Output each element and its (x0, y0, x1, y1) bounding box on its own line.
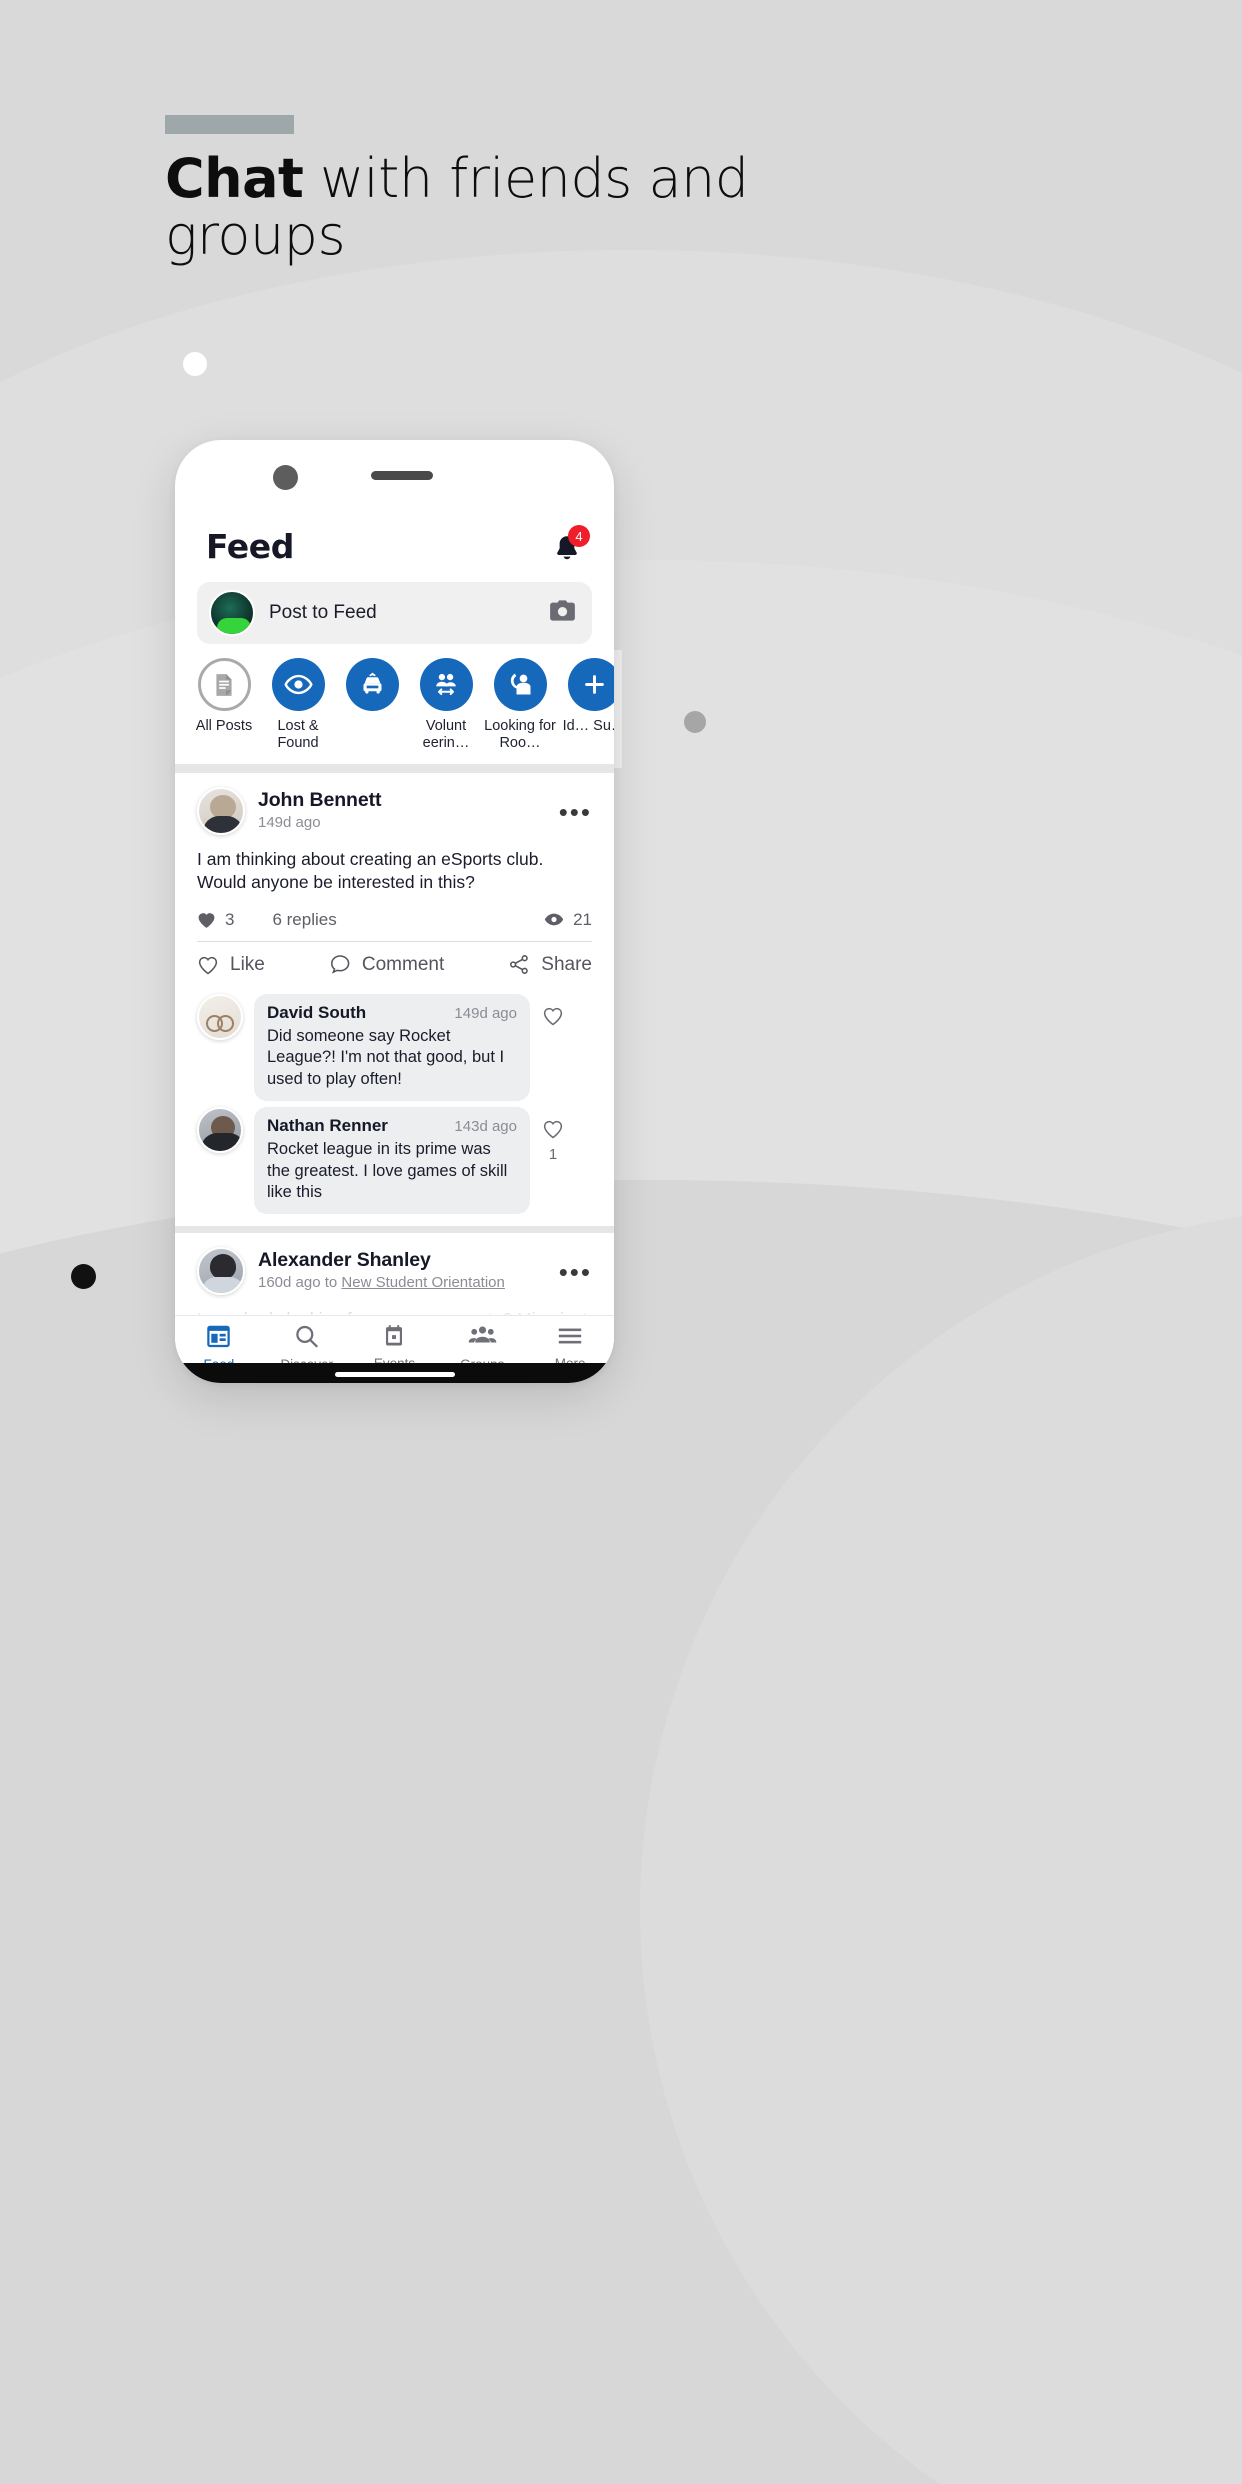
section-divider (175, 764, 614, 774)
category-lost-and-found[interactable]: Lost & Found (261, 658, 335, 752)
headline-strong: Chat (165, 147, 304, 210)
phone-screen: Feed 4 Post to Feed All Posts Lost & Fou… (175, 502, 614, 1383)
comment-author[interactable]: David South (267, 1003, 366, 1023)
page-title: Feed (206, 526, 294, 566)
plus-circle-icon (567, 658, 614, 711)
heart-filled-icon (198, 912, 215, 928)
category-ideas-suggestions[interactable]: Id… Su… (557, 658, 614, 752)
menu-icon (558, 1328, 582, 1344)
category-label: Looking for Roo… (484, 718, 556, 752)
car-icon (345, 658, 399, 711)
post-header: Alexander Shanley 160d ago to New Studen… (197, 1233, 592, 1296)
view-count-value: 21 (573, 909, 592, 929)
share-button-label: Share (541, 953, 592, 975)
post-stats: 3 6 replies 21 (197, 910, 592, 930)
groups-icon (468, 1326, 497, 1343)
post-timestamp: 149d ago (258, 814, 321, 832)
feed-icon (207, 1325, 231, 1348)
earpiece-speaker (371, 471, 433, 480)
like-count-value: 3 (225, 909, 235, 929)
notifications-button[interactable]: 4 (548, 525, 590, 566)
post-meta: John Bennett 149d ago (258, 787, 559, 831)
eye-icon (544, 913, 564, 926)
comment-button[interactable]: Comment (329, 954, 444, 976)
category-looking-for-roommate[interactable]: Looking for Roo… (483, 658, 557, 752)
comment-header: David South 149d ago (267, 1003, 517, 1023)
phone-bezel-top (175, 440, 614, 502)
feed-header: Feed 4 (175, 502, 614, 576)
heart-outline-icon (543, 1120, 563, 1139)
post-author[interactable]: Alexander Shanley (258, 1249, 559, 1272)
screenshot-root: Chat with friends and groups Feed 4 Post… (0, 0, 1242, 2484)
comment-icon (330, 955, 350, 974)
person-raise-hand-icon (493, 658, 547, 711)
avatar[interactable] (197, 993, 243, 1040)
heart-outline-icon (543, 1007, 563, 1026)
reply-count[interactable]: 6 replies (272, 910, 336, 930)
category-volunteering[interactable]: Volunt eerin… (409, 658, 483, 752)
like-button[interactable]: Like (197, 954, 265, 976)
people-swap-icon (419, 658, 473, 711)
decorative-dot-grey (684, 711, 706, 733)
section-divider (175, 1226, 614, 1234)
decorative-dot-white (183, 352, 207, 376)
comment-like-button[interactable] (530, 994, 576, 1033)
camera-icon[interactable] (549, 599, 576, 627)
eye-icon (271, 658, 325, 711)
document-icon (197, 658, 251, 711)
phone-mockup: Feed 4 Post to Feed All Posts Lost & Fou… (175, 440, 614, 1383)
share-button[interactable]: Share (508, 954, 592, 976)
share-icon (510, 955, 529, 975)
notification-badge: 4 (568, 525, 590, 547)
more-options-icon[interactable]: ••• (559, 1247, 592, 1288)
category-all-posts[interactable]: All Posts (187, 658, 261, 752)
comment-bubble: Nathan Renner 143d ago Rocket league in … (254, 1107, 530, 1215)
view-count: 21 (544, 910, 592, 930)
post-actions: Like Comment Share (197, 940, 592, 988)
comment-text: Did someone say Rocket League?! I'm not … (267, 1026, 505, 1088)
comment-bubble: David South 149d ago Did someone say Roc… (254, 993, 530, 1102)
category-label: Volunt eerin… (422, 718, 470, 752)
post-group-link[interactable]: New Student Orientation (341, 1274, 504, 1291)
comment-item: Nathan Renner 143d ago Rocket league in … (197, 1107, 592, 1215)
post-body: I am thinking about creating an eSports … (197, 849, 544, 893)
category-ride-sharing[interactable] (335, 658, 409, 752)
comment-button-label: Comment (361, 953, 445, 975)
post-timestamp: 160d ago to New Student Orientation (258, 1274, 559, 1291)
comment-item: David South 149d ago Did someone say Roc… (197, 993, 592, 1102)
composer-placeholder: Post to Feed (269, 602, 377, 623)
post-time-text: 160d ago to (258, 1274, 342, 1292)
comment-author[interactable]: Nathan Renner (267, 1116, 388, 1136)
comment-like-count: 1 (548, 1146, 558, 1164)
post-item: John Bennett 149d ago ••• I am thinking … (175, 773, 614, 1215)
category-label: Lost & Found (277, 718, 319, 752)
comment-header: Nathan Renner 143d ago (267, 1116, 517, 1136)
comment-like-button[interactable]: 1 (530, 1107, 576, 1163)
front-camera-icon (273, 465, 298, 490)
avatar[interactable] (197, 1107, 243, 1154)
like-button-label: Like (230, 953, 265, 975)
accent-bar (165, 115, 294, 134)
comment-timestamp: 143d ago (454, 1118, 517, 1136)
calendar-icon (386, 1325, 403, 1346)
category-label: All Posts (195, 718, 253, 734)
search-icon (296, 1325, 318, 1348)
post-meta: Alexander Shanley 160d ago to New Studen… (258, 1247, 559, 1291)
post-composer[interactable]: Post to Feed (197, 582, 592, 644)
post-header: John Bennett 149d ago ••• (197, 773, 592, 836)
category-label: Id… Su… (562, 718, 614, 734)
home-indicator (175, 1363, 614, 1383)
avatar[interactable] (197, 1247, 245, 1296)
post-author[interactable]: John Bennett (258, 789, 559, 812)
comment-timestamp: 149d ago (454, 1004, 517, 1022)
promo-headline: Chat with friends and groups (165, 147, 805, 265)
avatar[interactable] (197, 787, 245, 836)
more-options-icon[interactable]: ••• (559, 787, 592, 828)
like-count: 3 (197, 910, 234, 930)
comment-text: Rocket league in its prime was the great… (267, 1140, 508, 1201)
decorative-dot-black (71, 1264, 96, 1289)
avatar (209, 590, 255, 636)
heart-outline-icon (198, 956, 218, 975)
category-filter-row[interactable]: All Posts Lost & Found Volunt eerin… Loo… (187, 644, 614, 752)
